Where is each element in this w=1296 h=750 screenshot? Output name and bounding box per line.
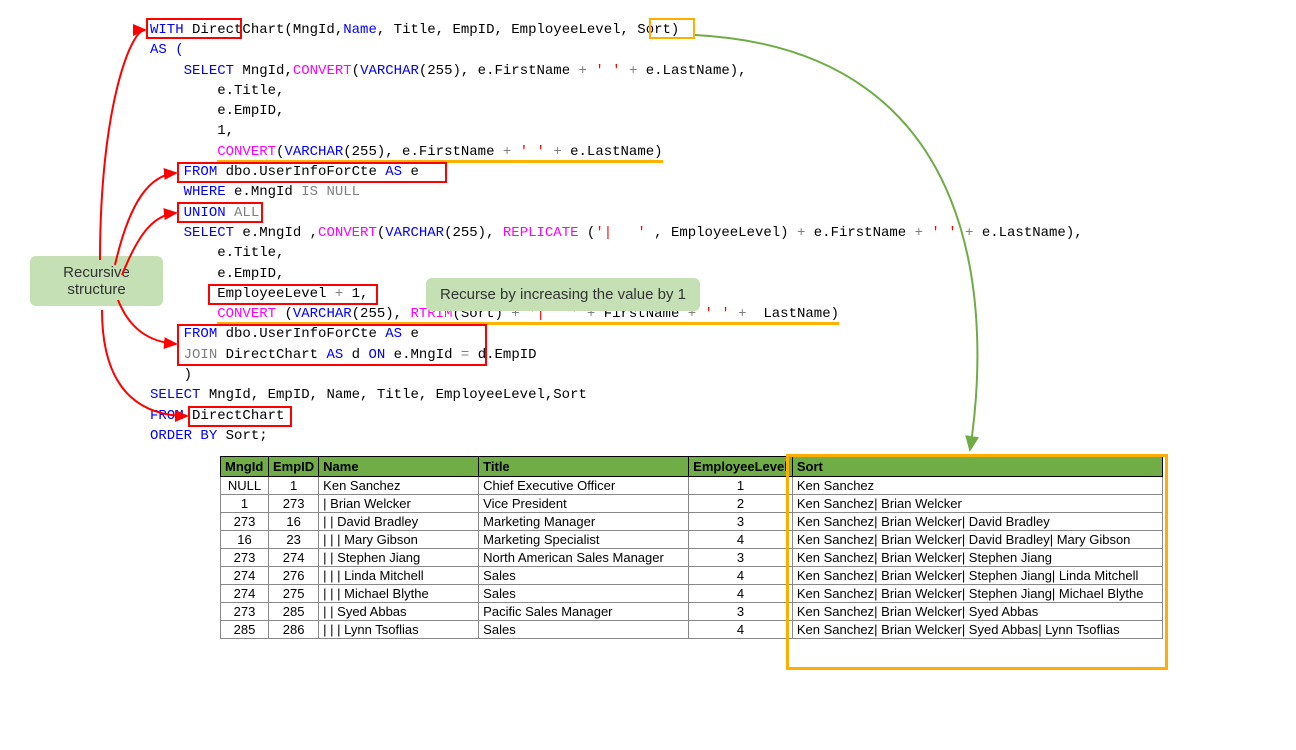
cell-empid: 1 (269, 477, 319, 495)
table-row: 1623| | | Mary GibsonMarketing Specialis… (221, 531, 1163, 549)
cell-sort: Ken Sanchez| Brian Welcker| David Bradle… (792, 513, 1162, 531)
table-row: 273274| | Stephen JiangNorth American Sa… (221, 549, 1163, 567)
kw-select-2: SELECT (184, 225, 234, 241)
cell-level: 3 (689, 513, 793, 531)
table-row: 273285| | Syed AbbasPacific Sales Manage… (221, 603, 1163, 621)
cell-level: 1 (689, 477, 793, 495)
kw-union: UNION (184, 205, 226, 221)
cell-sort: Ken Sanchez| Brian Welcker (792, 495, 1162, 513)
th-level: EmployeeLevel (689, 457, 793, 477)
cell-sort: Ken Sanchez| Brian Welcker| Stephen Jian… (792, 585, 1162, 603)
th-sort: Sort (792, 457, 1162, 477)
cell-empid: 275 (269, 585, 319, 603)
label-recursive-structure: Recursive structure (30, 256, 163, 306)
kw-join: JOIN (184, 347, 218, 363)
cell-level: 4 (689, 621, 793, 639)
table-row: 274276| | | Linda MitchellSales4Ken Sanc… (221, 567, 1163, 585)
cell-sort: Ken Sanchez| Brian Welcker| Stephen Jian… (792, 567, 1162, 585)
arrow-to-with (100, 30, 145, 260)
cell-name: | | David Bradley (319, 513, 479, 531)
kw-from-3: FROM (150, 408, 184, 424)
cell-empid: 286 (269, 621, 319, 639)
cell-title: Chief Executive Officer (479, 477, 689, 495)
cell-mngid: 285 (221, 621, 269, 639)
cell-title: Sales (479, 621, 689, 639)
cell-title: Vice President (479, 495, 689, 513)
cell-empid: 274 (269, 549, 319, 567)
table-row: 1273| Brian WelckerVice President2Ken Sa… (221, 495, 1163, 513)
cell-sort: Ken Sanchez (792, 477, 1162, 495)
cell-name: | | | Lynn Tsoflias (319, 621, 479, 639)
table-header-row: MngId EmpID Name Title EmployeeLevel Sor… (221, 457, 1163, 477)
cell-mngid: 274 (221, 585, 269, 603)
table-row: 27316| | David BradleyMarketing Manager3… (221, 513, 1163, 531)
cell-title: Pacific Sales Manager (479, 603, 689, 621)
results-table-wrap: MngId EmpID Name Title EmployeeLevel Sor… (220, 456, 1266, 639)
kw-from-2: FROM (184, 326, 218, 342)
kw-with: WITH (150, 22, 184, 38)
cell-name: | | | Michael Blythe (319, 585, 479, 603)
kw-where: WHERE (184, 184, 226, 200)
cell-title: Sales (479, 585, 689, 603)
cell-level: 4 (689, 531, 793, 549)
cell-name: | | | Linda Mitchell (319, 567, 479, 585)
cell-sort: Ken Sanchez| Brian Welcker| David Bradle… (792, 531, 1162, 549)
cell-title: Marketing Manager (479, 513, 689, 531)
kw-order: ORDER (150, 428, 192, 444)
cell-empid: 273 (269, 495, 319, 513)
cell-mngid: 273 (221, 603, 269, 621)
cell-sort: Ken Sanchez| Brian Welcker| Syed Abbas| … (792, 621, 1162, 639)
th-title: Title (479, 457, 689, 477)
cell-title: North American Sales Manager (479, 549, 689, 567)
table-row: 285286| | | Lynn TsofliasSales4Ken Sanch… (221, 621, 1163, 639)
th-name: Name (319, 457, 479, 477)
cell-mngid: 16 (221, 531, 269, 549)
cell-empid: 285 (269, 603, 319, 621)
cell-name: | | Stephen Jiang (319, 549, 479, 567)
cell-level: 3 (689, 603, 793, 621)
cell-level: 2 (689, 495, 793, 513)
cell-name: | | | Mary Gibson (319, 531, 479, 549)
label-recurse-increase: Recurse by increasing the value by 1 (426, 278, 700, 311)
results-table: MngId EmpID Name Title EmployeeLevel Sor… (220, 456, 1163, 639)
cell-mngid: 1 (221, 495, 269, 513)
kw-select-1: SELECT (184, 63, 234, 79)
kw-select-3: SELECT (150, 387, 200, 403)
cell-level: 3 (689, 549, 793, 567)
cell-sort: Ken Sanchez| Brian Welcker| Syed Abbas (792, 603, 1162, 621)
cell-title: Marketing Specialist (479, 531, 689, 549)
kw-from-1: FROM (184, 164, 218, 180)
cell-name: Ken Sanchez (319, 477, 479, 495)
cell-level: 4 (689, 567, 793, 585)
cell-level: 4 (689, 585, 793, 603)
th-mngid: MngId (221, 457, 269, 477)
table-row: NULL1Ken SanchezChief Executive Officer1… (221, 477, 1163, 495)
cell-mngid: 273 (221, 513, 269, 531)
table-row: 274275| | | Michael BlytheSales4Ken Sanc… (221, 585, 1163, 603)
cell-name: | | Syed Abbas (319, 603, 479, 621)
cell-empid: 16 (269, 513, 319, 531)
cell-mngid: 274 (221, 567, 269, 585)
cell-sort: Ken Sanchez| Brian Welcker| Stephen Jian… (792, 549, 1162, 567)
cell-name: | Brian Welcker (319, 495, 479, 513)
diagram-root: WITH DirectChart(MngId,Name, Title, EmpI… (30, 20, 1266, 639)
cell-empid: 276 (269, 567, 319, 585)
sql-code-block: WITH DirectChart(MngId,Name, Title, EmpI… (150, 20, 1266, 446)
cell-title: Sales (479, 567, 689, 585)
cell-mngid: NULL (221, 477, 269, 495)
cell-empid: 23 (269, 531, 319, 549)
kw-as-open: AS ( (150, 42, 184, 58)
th-empid: EmpID (269, 457, 319, 477)
cell-mngid: 273 (221, 549, 269, 567)
